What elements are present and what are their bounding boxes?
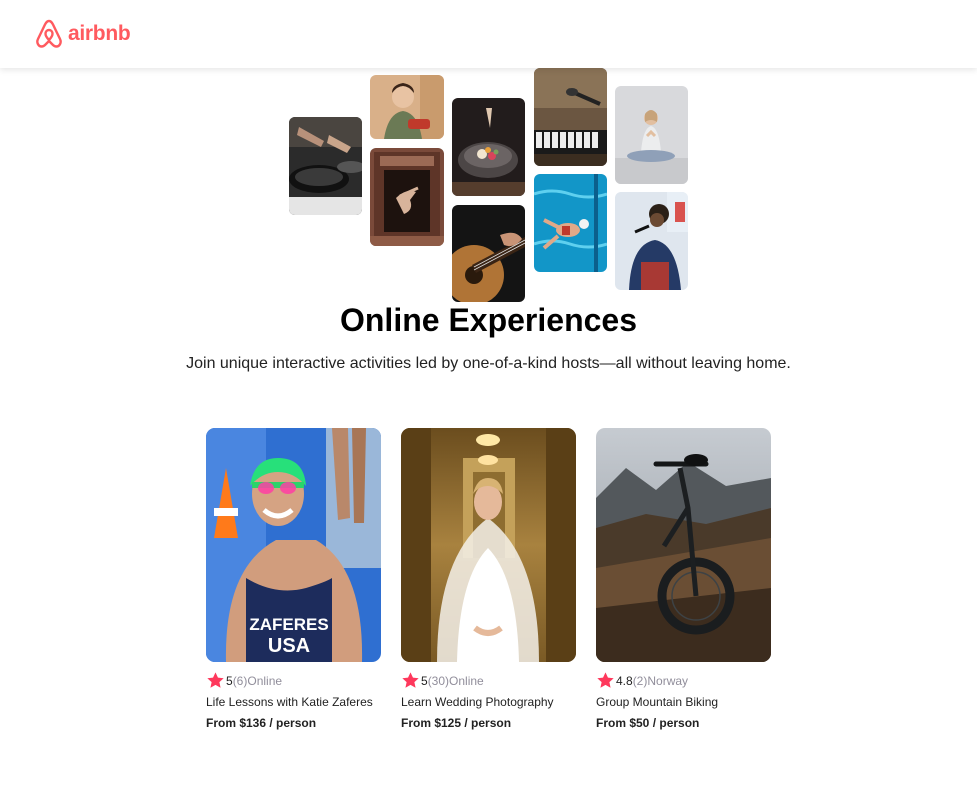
card-location: Norway <box>647 673 689 688</box>
card-review-count: (30) <box>427 673 450 688</box>
card-stats: 5 (30) Online <box>401 671 576 690</box>
hero-photo-singer <box>615 192 688 290</box>
card-price-unit: / person <box>649 716 700 730</box>
card-location: Online <box>449 673 484 688</box>
page-title: Online Experiences <box>339 302 637 338</box>
top-navbar: airbnb <box>0 0 977 68</box>
card-price: From $50 / person <box>596 715 771 731</box>
hero-photo-swimmer <box>534 174 607 272</box>
card-price: From $125 / person <box>401 715 576 731</box>
card-price-amount: From $50 <box>596 716 650 730</box>
card-price-unit: / person <box>266 716 317 730</box>
airbnb-logo-icon <box>36 19 62 48</box>
hero-photo-guitar <box>452 205 525 302</box>
experience-card[interactable]: 5 (30) Online Learn Wedding Photography … <box>401 428 576 731</box>
card-price-amount: From $125 <box>401 716 462 730</box>
experience-card[interactable]: 4.8 (2) Norway Group Mountain Biking Fro… <box>596 428 771 731</box>
card-photo-katie-zaferes[interactable]: ZAFERES USA <box>206 428 381 662</box>
svg-text:ZAFERES: ZAFERES <box>249 615 328 634</box>
card-stats: 5 (6) Online <box>206 671 381 690</box>
card-photo-mountain-bike[interactable] <box>596 428 771 662</box>
card-price-amount: From $136 <box>206 716 267 730</box>
hero-photo-microphone-keyboard <box>534 68 607 166</box>
card-price: From $136 / person <box>206 715 381 731</box>
experience-card[interactable]: ZAFERES USA 5 (6) Online Life Lessons wi… <box>206 428 381 731</box>
hero-photo-meditation <box>615 86 688 184</box>
card-review-count: (6) <box>232 673 248 688</box>
star-icon <box>207 672 224 688</box>
card-title[interactable]: Life Lessons with Katie Zaferes <box>206 694 381 710</box>
logo-text: airbnb <box>68 22 131 45</box>
hero-photo-dancer-in-doorway <box>370 148 444 246</box>
airbnb-logo[interactable]: airbnb <box>34 18 131 50</box>
card-rating: 4.8 <box>616 673 633 688</box>
card-review-count: (2) <box>632 673 648 688</box>
card-location: Online <box>247 673 283 688</box>
star-icon <box>597 672 614 688</box>
card-title[interactable]: Learn Wedding Photography <box>401 694 576 710</box>
hero-photo-woman-with-food <box>370 75 444 139</box>
svg-text:USA: USA <box>268 635 310 657</box>
card-photo-wedding[interactable] <box>401 428 576 662</box>
hero-photo-plated-dish <box>452 98 525 196</box>
card-stats: 4.8 (2) Norway <box>596 671 771 690</box>
card-rating: 5 <box>421 673 428 688</box>
experience-card-list: ZAFERES USA 5 (6) Online Life Lessons wi… <box>206 428 771 731</box>
star-icon <box>402 672 419 688</box>
card-title[interactable]: Group Mountain Biking <box>596 694 771 710</box>
hero-photo-cooking <box>289 117 362 215</box>
card-price-unit: / person <box>461 716 512 730</box>
page-subtitle: Join unique interactive activities led b… <box>186 355 791 372</box>
card-rating: 5 <box>226 673 233 688</box>
